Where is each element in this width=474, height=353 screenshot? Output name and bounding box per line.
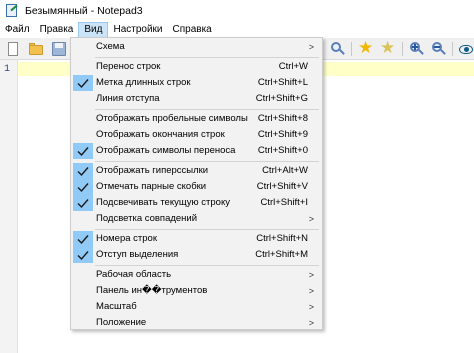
menu-item-match-braces[interactable]: Отмечать парные скобки Ctrl+Shift+V (73, 179, 320, 195)
menu-item-shortcut: Ctrl+Shift+M (255, 249, 308, 260)
menu-separator (95, 57, 319, 58)
submenu-arrow-icon: > (308, 286, 314, 296)
menu-item-label: Рабочая область (96, 269, 172, 280)
menu-separator (95, 265, 319, 266)
menu-edit[interactable]: Правка (35, 22, 79, 38)
menu-item-show-wrap-symbols[interactable]: Отображать символы переноса Ctrl+Shift+0 (73, 143, 320, 159)
line-number-gutter: 1 (0, 60, 18, 353)
menu-item-label: Метка длинных строк (96, 77, 191, 88)
menu-item-shortcut: Ctrl+Shift+I (260, 197, 308, 208)
menu-item-toolbar[interactable]: Панель ин��трументов > (73, 283, 320, 299)
view-menu-dropdown: Схема > Перенос строк Ctrl+W Метка длинн… (70, 37, 323, 330)
menu-item-zoom[interactable]: Масштаб > (73, 299, 320, 315)
menu-item-selection-margin[interactable]: Отступ выделения Ctrl+Shift+M (73, 247, 320, 263)
window-title: Безымянный - Notepad3 (25, 5, 143, 17)
menu-item-show-whitespace[interactable]: Отображать пробельные символы Ctrl+Shift… (73, 111, 320, 127)
menu-item-label: Номера строк (96, 233, 157, 244)
favorites-star-icon[interactable]: ★ (380, 39, 396, 57)
menu-item-label: Перенос строк (96, 61, 161, 72)
menu-item-label: Отображать окончания строк (96, 129, 225, 140)
notepad-app-icon (5, 4, 19, 18)
submenu-arrow-icon: > (308, 42, 314, 52)
menu-item-label: Отображать пробельные символы (96, 113, 248, 124)
menu-item-shortcut: Ctrl+Shift+G (255, 93, 308, 104)
menu-item-label: Подсвечивать текущую строку (96, 197, 230, 208)
menu-item-workspace[interactable]: Рабочая область > (73, 267, 320, 283)
line-number: 1 (4, 64, 11, 75)
bookmark-star-icon[interactable]: ★ (358, 39, 374, 57)
menu-item-shortcut: Ctrl+Shift+L (257, 77, 308, 88)
menu-item-label: Масштаб (96, 301, 137, 312)
menu-file[interactable]: Файл (0, 22, 35, 38)
menu-item-label: Отступ выделения (96, 249, 179, 260)
submenu-arrow-icon: > (308, 302, 314, 312)
menu-bar: Файл Правка Вид Настройки Справка (0, 22, 474, 38)
menu-item-label: Отмечать парные скобки (96, 181, 207, 192)
check-icon (73, 75, 93, 91)
submenu-arrow-icon: > (308, 318, 314, 328)
menu-item-show-line-endings[interactable]: Отображать окончания строк Ctrl+Shift+9 (73, 127, 320, 143)
menu-item-label: Отображать символы переноса (96, 145, 236, 156)
menu-view[interactable]: Вид (78, 22, 109, 38)
view-eye-icon[interactable] (458, 41, 474, 57)
toolbar-separator (452, 42, 453, 56)
menu-help[interactable]: Справка (168, 22, 217, 38)
check-icon (73, 195, 93, 211)
menu-item-scheme[interactable]: Схема > (73, 39, 320, 55)
menu-item-show-hyperlinks[interactable]: Отображать гиперссылки Ctrl+Alt+W (73, 163, 320, 179)
menu-item-highlight-matches[interactable]: Подсветка совпадений > (73, 211, 320, 227)
check-icon (73, 179, 93, 195)
check-icon (73, 231, 93, 247)
menu-item-shortcut: Ctrl+Shift+N (256, 233, 308, 244)
title-bar: Безымянный - Notepad3 (0, 0, 474, 22)
menu-item-highlight-current-line[interactable]: Подсвечивать текущую строку Ctrl+Shift+I (73, 195, 320, 211)
menu-item-label: Панель ин��трументов (96, 285, 208, 296)
find-icon[interactable] (330, 41, 346, 57)
toolbar-separator (351, 42, 352, 56)
menu-item-shortcut: Ctrl+Shift+0 (257, 145, 308, 156)
menu-item-word-wrap[interactable]: Перенос строк Ctrl+W (73, 59, 320, 75)
menu-item-label: Отображать гиперссылки (96, 165, 209, 176)
menu-item-shortcut: Ctrl+Alt+W (262, 165, 308, 176)
menu-separator (95, 229, 319, 230)
menu-item-label: Схема (96, 41, 125, 52)
save-disk-icon[interactable] (51, 41, 67, 57)
zoom-out-icon[interactable] (431, 41, 447, 57)
menu-item-shortcut: Ctrl+Shift+V (256, 181, 308, 192)
check-icon (73, 163, 93, 179)
menu-item-shortcut: Ctrl+Shift+9 (257, 129, 308, 140)
menu-settings[interactable]: Настройки (108, 22, 167, 38)
menu-item-position[interactable]: Положение > (73, 315, 320, 331)
zoom-in-icon[interactable] (409, 41, 425, 57)
menu-separator (95, 161, 319, 162)
menu-item-label: Положение (96, 317, 147, 328)
menu-item-shortcut: Ctrl+Shift+8 (257, 113, 308, 124)
new-file-icon[interactable] (5, 41, 21, 57)
menu-item-shortcut: Ctrl+W (278, 61, 308, 72)
menu-separator (95, 109, 319, 110)
toolbar-separator (402, 42, 403, 56)
submenu-arrow-icon: > (308, 270, 314, 280)
menu-item-label: Подсветка совпадений (96, 213, 198, 224)
menu-item-long-line-marker[interactable]: Метка длинных строк Ctrl+Shift+L (73, 75, 320, 91)
check-icon (73, 143, 93, 159)
open-folder-icon[interactable] (28, 41, 44, 57)
submenu-arrow-icon: > (308, 214, 314, 224)
menu-item-label: Линия отступа (96, 93, 160, 104)
menu-item-indent-guides[interactable]: Линия отступа Ctrl+Shift+G (73, 91, 320, 107)
menu-item-line-numbers[interactable]: Номера строк Ctrl+Shift+N (73, 231, 320, 247)
check-icon (73, 247, 93, 263)
